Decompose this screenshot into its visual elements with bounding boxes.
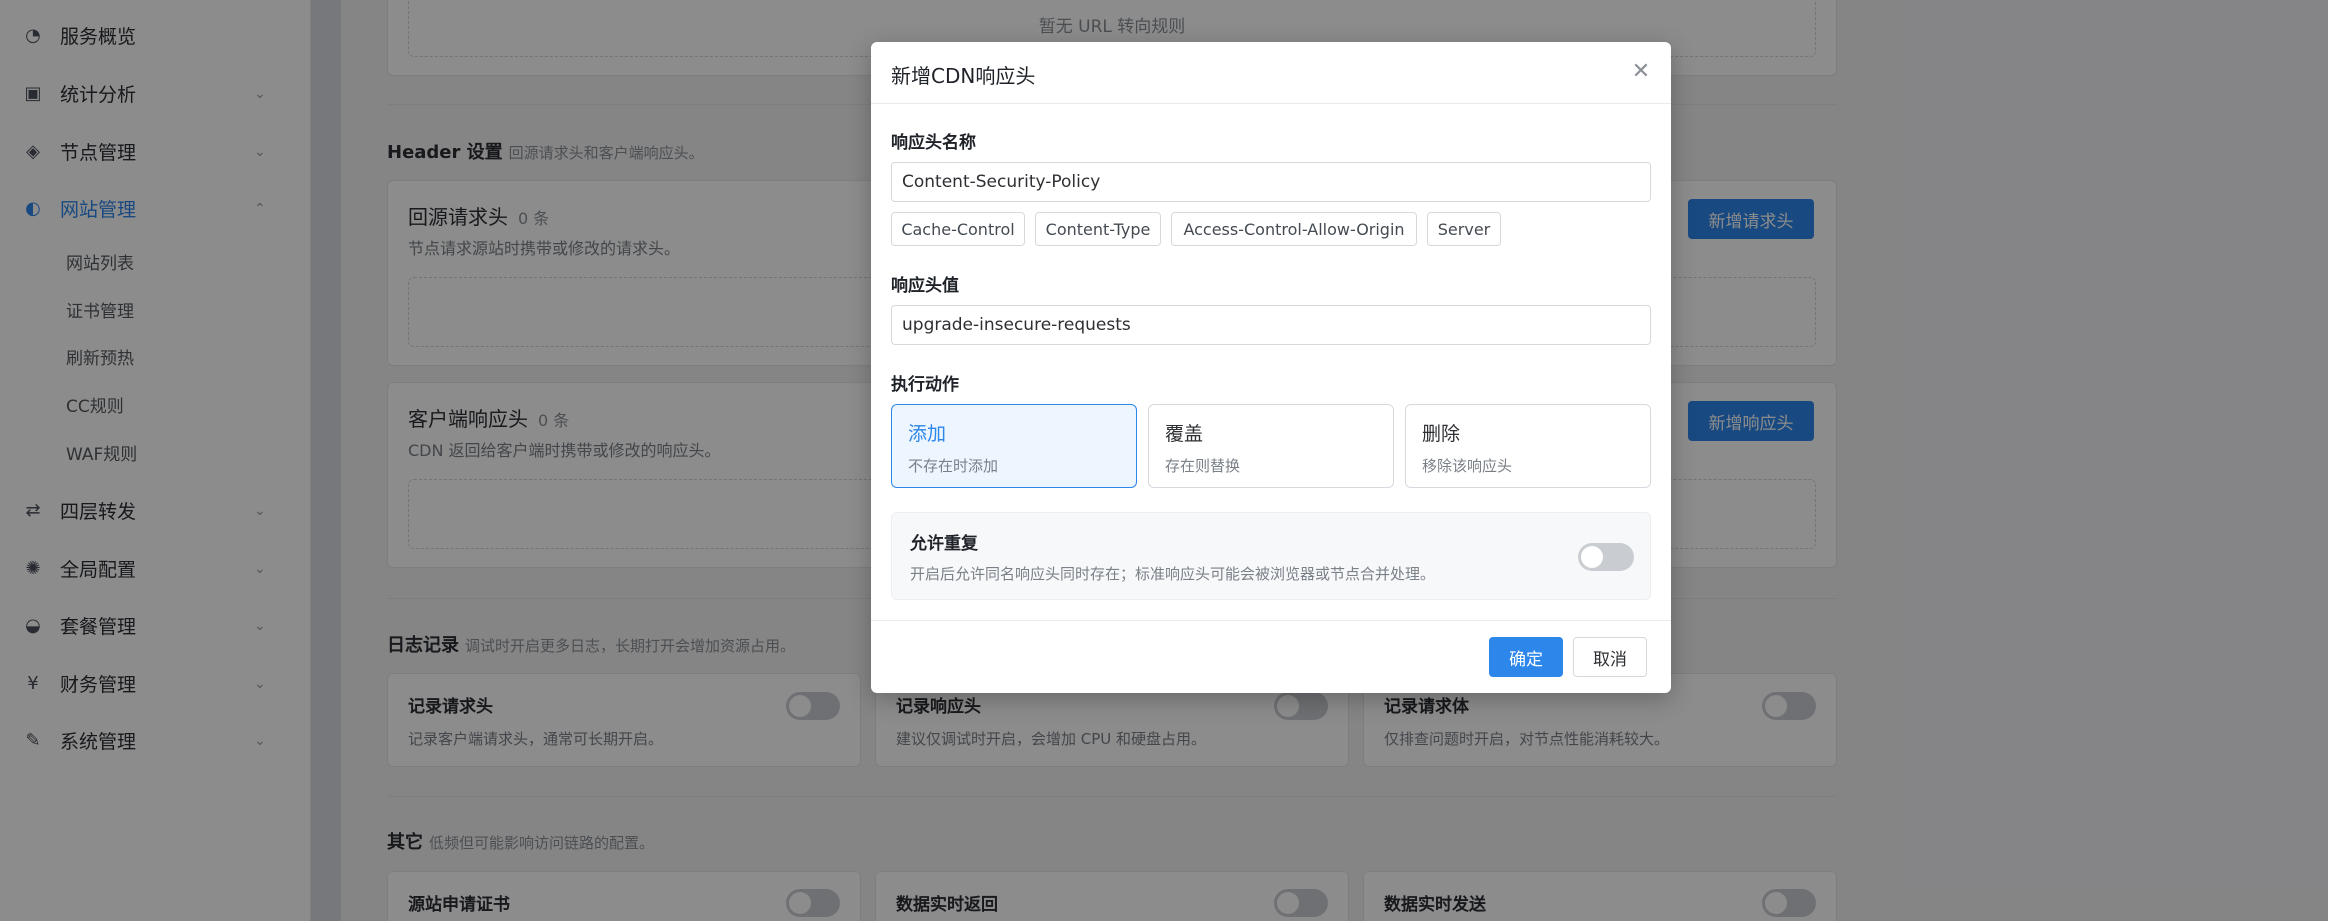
cancel-button[interactable]: 取消 [1573,637,1647,677]
modal-title: 新增CDN响应头 [891,64,1036,88]
action-title: 删除 [1422,423,1461,445]
action-desc: 不存在时添加 [908,457,999,475]
preset-chip-acao[interactable]: Access-Control-Allow-Origin [1171,212,1417,246]
action-option-add[interactable]: 添加 不存在时添加 [891,404,1137,488]
action-title: 添加 [908,423,947,445]
header-name-label: 响应头名称 [891,133,976,153]
action-option-delete[interactable]: 删除 移除该响应头 [1405,404,1651,488]
action-desc: 移除该响应头 [1422,457,1513,475]
preset-chip-cache-control[interactable]: Cache-Control [891,212,1025,246]
add-response-header-modal: 新增CDN响应头 ✕ 响应头名称 Content-Security-Policy… [871,42,1671,693]
action-title: 覆盖 [1165,423,1204,445]
allow-repeat-toggle[interactable] [1578,543,1634,571]
close-icon[interactable]: ✕ [1629,60,1653,84]
confirm-button[interactable]: 确定 [1489,637,1563,677]
modal-header: 新增CDN响应头 ✕ [871,42,1671,104]
action-option-overwrite[interactable]: 覆盖 存在则替换 [1148,404,1394,488]
allow-repeat-desc: 开启后允许同名响应头同时存在；标准响应头可能会被浏览器或节点合并处理。 [910,565,1436,583]
allow-repeat-box: 允许重复 开启后允许同名响应头同时存在；标准响应头可能会被浏览器或节点合并处理。 [891,512,1651,600]
allow-repeat-title: 允许重复 [910,534,978,554]
action-label: 执行动作 [891,375,959,395]
preset-chip-server[interactable]: Server [1427,212,1501,246]
header-value-input[interactable]: upgrade-insecure-requests [891,305,1651,345]
header-value-label: 响应头值 [891,276,959,296]
action-desc: 存在则替换 [1165,457,1241,475]
header-name-input[interactable]: Content-Security-Policy [891,162,1651,202]
preset-chip-content-type[interactable]: Content-Type [1035,212,1161,246]
modal-footer: 确定 取消 [871,620,1671,693]
